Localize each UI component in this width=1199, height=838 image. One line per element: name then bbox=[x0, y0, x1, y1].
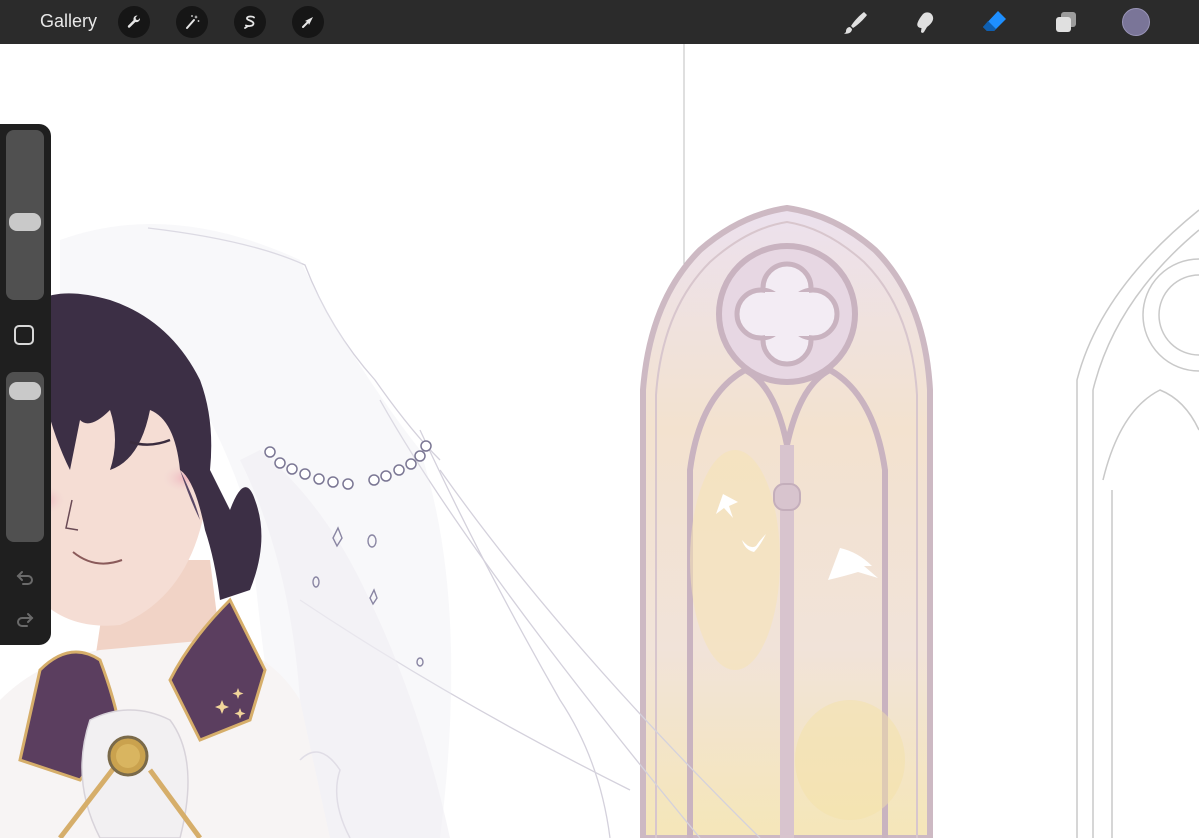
color-swatch[interactable] bbox=[1122, 8, 1150, 36]
smudge-icon[interactable] bbox=[908, 6, 940, 38]
layers-icon[interactable] bbox=[1050, 6, 1082, 38]
artwork-illustration bbox=[0, 44, 1199, 838]
magic-wand-icon[interactable] bbox=[176, 6, 208, 38]
eraser-icon[interactable] bbox=[978, 6, 1010, 38]
wrench-icon[interactable] bbox=[118, 6, 150, 38]
brush-size-thumb[interactable] bbox=[9, 213, 41, 232]
drawing-canvas[interactable] bbox=[0, 44, 1199, 838]
opacity-thumb[interactable] bbox=[9, 382, 41, 401]
gallery-button[interactable]: Gallery bbox=[40, 11, 97, 32]
redo-icon[interactable] bbox=[12, 606, 38, 632]
selection-s-icon[interactable] bbox=[234, 6, 266, 38]
undo-icon[interactable] bbox=[12, 564, 38, 590]
transform-arrow-icon[interactable] bbox=[292, 6, 324, 38]
brush-size-slider[interactable] bbox=[6, 130, 44, 300]
brush-icon[interactable] bbox=[838, 6, 870, 38]
left-sidebar bbox=[0, 124, 51, 645]
square-icon[interactable] bbox=[14, 325, 34, 345]
gothic-window-painted bbox=[640, 204, 933, 838]
gothic-window-sketch bbox=[1076, 209, 1199, 838]
top-toolbar: Gallery bbox=[0, 0, 1199, 44]
opacity-slider[interactable] bbox=[6, 372, 44, 542]
